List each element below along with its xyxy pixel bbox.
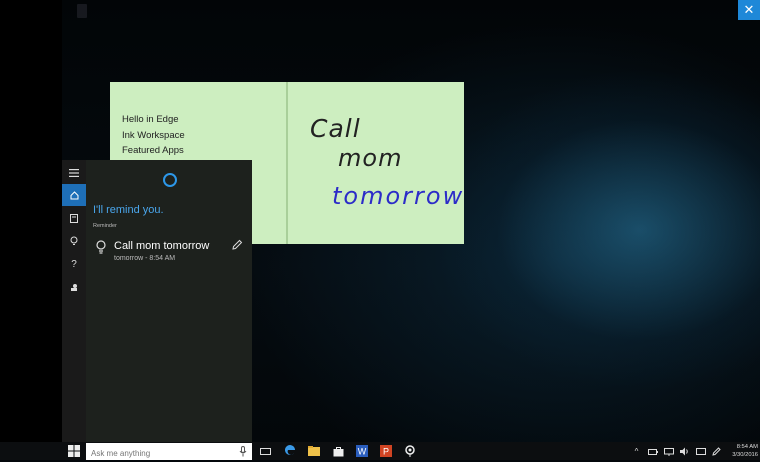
maps-pin-icon[interactable]: [403, 444, 417, 458]
reminder-title[interactable]: Call mom tomorrow: [114, 240, 209, 252]
cortana-search-box[interactable]: [86, 443, 252, 462]
cortana-ring-icon: [163, 173, 177, 187]
word-icon[interactable]: W: [355, 444, 369, 458]
chevron-up-icon[interactable]: ^: [631, 446, 642, 457]
file-explorer-icon[interactable]: [307, 444, 321, 458]
taskbar: W P ^ 8:54 AM 3/30/2016: [0, 442, 760, 462]
sticky-line: Featured Apps: [122, 145, 184, 156]
menu-icon[interactable]: [62, 162, 86, 184]
svg-text:P: P: [383, 447, 389, 457]
feedback-icon[interactable]: [62, 276, 86, 298]
notebook-icon[interactable]: [62, 207, 86, 229]
clock-time: 8:54 AM: [736, 444, 758, 450]
recycle-bin-icon[interactable]: [70, 2, 94, 20]
battery-icon[interactable]: [647, 446, 658, 457]
clock-date: 3/30/2016: [732, 452, 758, 458]
handwriting-tomorrow-link[interactable]: tomorrow: [332, 182, 464, 210]
handwriting-call: Call: [310, 114, 361, 143]
cortana-nav-rail: ?: [62, 160, 86, 442]
microphone-icon[interactable]: [239, 446, 247, 457]
reminder-label: Reminder: [93, 223, 117, 229]
lightbulb-icon[interactable]: [62, 230, 86, 252]
pen-workspace-icon[interactable]: [711, 446, 722, 457]
sticky-line: Ink Workspace: [122, 129, 185, 141]
svg-text:W: W: [358, 447, 367, 457]
volume-icon[interactable]: [679, 446, 690, 457]
cortana-panel: I'll remind you. Reminder Call mom tomor…: [86, 160, 252, 442]
left-dark-strip: [0, 0, 62, 442]
edit-pencil-icon[interactable]: [231, 239, 243, 251]
network-icon[interactable]: [663, 446, 674, 457]
powerpoint-icon[interactable]: P: [379, 444, 393, 458]
search-input[interactable]: [86, 445, 231, 462]
sticky-divider: [286, 82, 288, 244]
home-icon[interactable]: [62, 184, 86, 206]
task-view-icon[interactable]: [258, 444, 272, 458]
system-clock[interactable]: 8:54 AM 3/30/2016: [724, 443, 758, 459]
handwriting-mom: mom: [338, 144, 403, 172]
reminder-time: tomorrow - 8:54 AM: [114, 255, 176, 262]
keyboard-icon[interactable]: [695, 446, 706, 457]
store-icon[interactable]: [331, 444, 345, 458]
sticky-typed-text: Hello in Edge Ink Workspace Featured App…: [122, 112, 185, 159]
help-icon[interactable]: ?: [62, 253, 86, 275]
cortana-heading: I'll remind you.: [93, 204, 164, 216]
edge-icon[interactable]: [283, 444, 297, 458]
close-button[interactable]: ✕: [738, 0, 760, 20]
start-windows-icon[interactable]: [68, 445, 80, 457]
reminder-lightbulb-icon: [96, 240, 106, 254]
sticky-line: Hello in Edge: [122, 114, 179, 125]
